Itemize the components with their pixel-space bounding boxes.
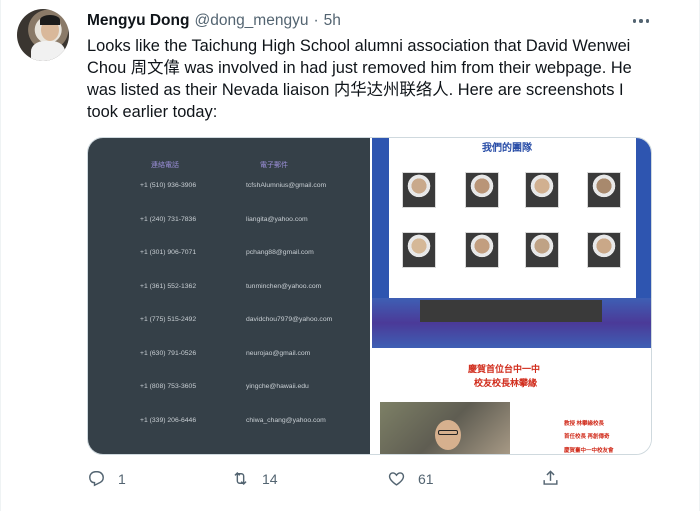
- avatar[interactable]: [17, 9, 69, 61]
- retweet-count: 14: [262, 470, 278, 487]
- contact-email: liangita@yahoo.com: [246, 215, 308, 223]
- team-member-photo: [465, 172, 499, 208]
- team-member-photo: [587, 172, 621, 208]
- contact-phone: +1 (361) 552-1362: [140, 282, 197, 290]
- like-count: 61: [418, 470, 434, 487]
- contact-phone: +1 (630) 791-0526: [140, 349, 197, 357]
- retweet-icon: [234, 471, 247, 486]
- team-member-photo: [402, 172, 436, 208]
- share-icon: [543, 470, 558, 485]
- video-player: [420, 300, 602, 322]
- author-handle[interactable]: @dong_mengyu: [194, 12, 308, 30]
- principal-head: [435, 420, 461, 450]
- team-member-photo: [465, 232, 499, 268]
- team-page-screenshot[interactable]: 我們的團隊 慶賀首位台中一中 校友校長林攀緣 教授 林攀緣校長 首任校長 再創傳…: [372, 138, 651, 454]
- email-column-header: 電子郵件: [260, 162, 288, 169]
- more-options-icon[interactable]: [630, 12, 652, 30]
- principal-photo: [380, 402, 510, 454]
- tweet-text-line: took earlier today:: [87, 103, 218, 121]
- contact-email: tunminchen@yahoo.com: [246, 282, 322, 290]
- team-member-photo: [525, 172, 559, 208]
- principal-glasses: [438, 430, 458, 435]
- tweet-text-line: Looks like the Taichung High School alum…: [87, 37, 631, 55]
- team-title: 我們的團隊: [482, 143, 532, 154]
- phone-column-header: 連絡電話: [151, 162, 179, 169]
- contact-email: tcfshAlumnius@gmail.com: [246, 182, 327, 189]
- contact-phone: +1 (808) 753-3605: [140, 383, 197, 390]
- reply-count: 1: [118, 470, 126, 487]
- contact-phone: +1 (775) 515-2492: [140, 316, 197, 323]
- share-button[interactable]: [541, 469, 560, 488]
- tweet-text: Looks like the Taichung High School alum…: [87, 35, 687, 123]
- contact-email: davidchou7979@yahoo.com: [246, 316, 333, 323]
- avatar-shirt: [31, 41, 65, 61]
- tweet-text-line: Chou 周文偉 was involved in had just remove…: [87, 59, 632, 77]
- contact-email: pchang88@gmail.com: [246, 249, 314, 256]
- contact-email: neurojao@gmail.com: [246, 349, 311, 357]
- tweet-actions: 1 14 61: [87, 469, 587, 495]
- team-member-photo: [525, 232, 559, 268]
- contact-phone: +1 (240) 731-7836: [140, 215, 197, 223]
- tweet-time[interactable]: 5h: [324, 12, 341, 30]
- contact-email: chiwa_chang@yahoo.com: [246, 416, 326, 424]
- congrats-heading-line2: 校友校長林攀緣: [474, 378, 538, 388]
- team-member-photo: [402, 232, 436, 268]
- retweet-button[interactable]: 14: [231, 469, 278, 488]
- reply-button[interactable]: 1: [87, 469, 126, 488]
- congrats-red-line: 慶賀臺中一中校友會: [564, 448, 614, 454]
- author-name[interactable]: Mengyu Dong: [87, 12, 189, 30]
- like-button[interactable]: 61: [387, 469, 434, 488]
- tweet-header: Mengyu Dong @dong_mengyu · 5h: [87, 12, 341, 30]
- contact-phone: +1 (339) 206-6446: [140, 416, 197, 424]
- separator-dot: ·: [313, 12, 319, 29]
- contact-phone: +1 (510) 936-3906: [140, 182, 197, 189]
- congrats-heading-line1: 慶賀首位台中一中: [468, 364, 541, 374]
- heart-icon: [388, 472, 405, 486]
- congrats-red-line: 首任校長 再創傳奇: [564, 434, 610, 440]
- reply-icon: [89, 471, 104, 487]
- contact-list-screenshot[interactable]: 連絡電話 電子郵件 +1 (510) 936-3906 tcfshAlumnius…: [88, 138, 370, 454]
- tweet[interactable]: Mengyu Dong @dong_mengyu · 5h Looks like…: [0, 0, 700, 511]
- tweet-text-line: was listed as their Nevada liaison 内华达州联…: [87, 81, 624, 99]
- congrats-red-line: 教授 林攀緣校長: [564, 421, 605, 427]
- tweet-media[interactable]: 連絡電話 電子郵件 +1 (510) 936-3906 tcfshAlumnius…: [87, 137, 652, 455]
- avatar-hair: [40, 15, 60, 25]
- contact-email: yingche@hawaii.edu: [246, 383, 309, 390]
- team-section-background: [372, 138, 651, 298]
- team-member-photo: [587, 232, 621, 268]
- contact-phone: +1 (301) 906-7071: [140, 249, 197, 256]
